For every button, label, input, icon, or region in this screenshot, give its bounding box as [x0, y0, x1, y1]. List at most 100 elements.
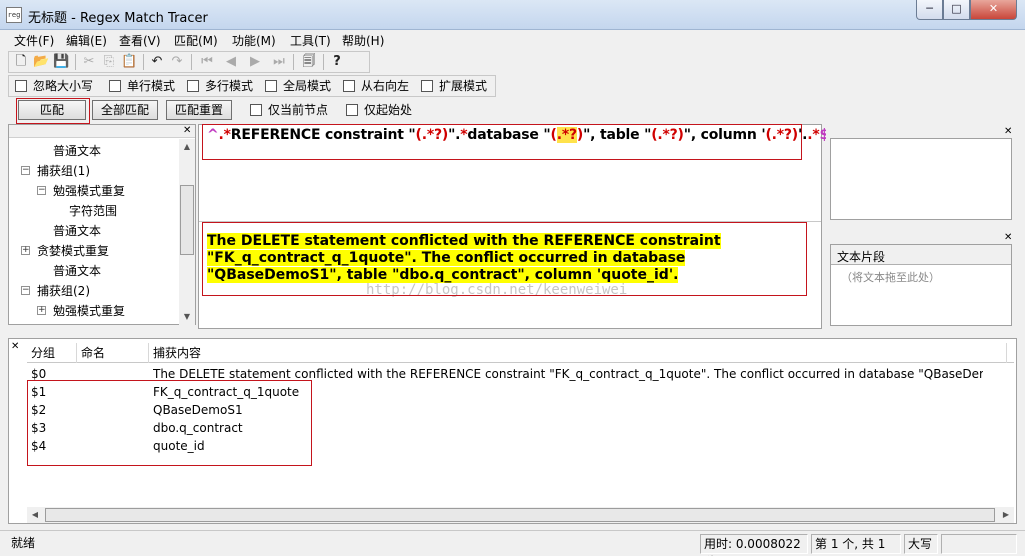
collapse-icon[interactable]: −	[37, 186, 46, 195]
close-icon[interactable]: ✕	[1004, 233, 1012, 243]
tree-node-label: 字符范围	[69, 204, 118, 218]
close-button[interactable]: ✕	[970, 0, 1017, 20]
rematch-button[interactable]: 匹配重置	[166, 100, 232, 120]
expand-icon[interactable]: +	[37, 306, 46, 315]
table-row[interactable]: $1 FK_q_contract_q_1quote	[27, 383, 989, 401]
extended-checkbox[interactable]	[421, 80, 433, 92]
tree-node[interactable]: − 捕获组(2)	[21, 283, 90, 299]
menu-bar: 文件(F) 编辑(E) 查看(V) 匹配(M) 功能(M) 工具(T) 帮助(H…	[0, 30, 1025, 50]
match-toolbar: 匹配 全部匹配 匹配重置 仅当前节点 仅起始处	[8, 98, 448, 122]
table-row[interactable]: $2 QBaseDemoS1	[27, 401, 989, 419]
expand-icon[interactable]: +	[21, 246, 30, 255]
start-only-checkbox[interactable]	[346, 104, 358, 116]
tree-vertical-scrollbar[interactable]: ▲ ▼	[179, 139, 195, 325]
copy-icon[interactable]: ⎘	[101, 54, 117, 70]
snippet-header: 文本片段	[831, 245, 1011, 265]
regex-input[interactable]: ^.*REFERENCE constraint "(.*?)".*databas…	[207, 127, 829, 143]
new-file-icon[interactable]: 🗋	[13, 54, 29, 70]
right-to-left-option[interactable]: 从右向左	[343, 79, 409, 93]
match-all-button[interactable]: 全部匹配	[92, 100, 158, 120]
global-option[interactable]: 全局模式	[265, 79, 331, 93]
table-row[interactable]: $0 The DELETE statement conflicted with t…	[27, 365, 989, 383]
single-line-option[interactable]: 单行模式	[109, 79, 175, 93]
pane-splitter[interactable]	[199, 221, 821, 222]
cell-content: quote_id	[153, 439, 205, 453]
toolbar-separator	[293, 54, 294, 70]
column-header-content[interactable]: 捕获内容	[149, 343, 1007, 363]
regex-token: '.	[798, 127, 808, 143]
save-icon[interactable]: 💾	[53, 54, 69, 70]
close-icon[interactable]: ✕	[11, 341, 19, 352]
status-ready: 就绪	[11, 536, 36, 550]
results-header: 分组 命名 捕获内容	[27, 343, 1014, 363]
match-button[interactable]: 匹配	[18, 100, 86, 120]
help-icon[interactable]: ?	[329, 54, 345, 70]
menu-edit[interactable]: 编辑(E)	[66, 32, 107, 49]
last-icon[interactable]: ⏭	[271, 54, 287, 70]
extended-option[interactable]: 扩展模式	[421, 79, 487, 93]
undo-icon[interactable]: ↶	[149, 54, 165, 70]
tree-node[interactable]: − 勉强模式重复	[37, 183, 126, 199]
current-node-only-checkbox[interactable]	[250, 104, 262, 116]
scroll-right-icon[interactable]: ▶	[998, 507, 1014, 523]
menu-help[interactable]: 帮助(H)	[342, 32, 384, 49]
scroll-down-icon[interactable]: ▼	[179, 309, 195, 325]
cut-icon[interactable]: ✂	[81, 54, 97, 70]
open-folder-icon[interactable]: 📂	[33, 54, 49, 70]
scrollbar-thumb[interactable]	[180, 185, 194, 255]
right-top-pane: ✕	[826, 124, 1017, 224]
next-icon[interactable]: ▶	[247, 54, 263, 70]
tree-node[interactable]: 字符范围	[69, 203, 117, 219]
menu-function[interactable]: 功能(M)	[232, 32, 276, 49]
multi-line-checkbox[interactable]	[187, 80, 199, 92]
tree-node[interactable]: + 贪婪模式重复	[21, 243, 109, 259]
results-horizontal-scrollbar[interactable]: ◀ ▶	[27, 507, 1014, 523]
right-to-left-checkbox[interactable]	[343, 80, 355, 92]
menu-match[interactable]: 匹配(M)	[174, 32, 218, 49]
tree-node-label: 普通文本	[53, 264, 102, 278]
prev-icon[interactable]: ◀	[223, 54, 239, 70]
menu-view[interactable]: 查看(V)	[119, 32, 161, 49]
redo-icon[interactable]: ↷	[169, 54, 185, 70]
properties-icon[interactable]: 🗐	[301, 54, 317, 70]
global-checkbox[interactable]	[265, 80, 277, 92]
start-only-option[interactable]: 仅起始处	[346, 103, 412, 117]
toolbar-separator	[75, 54, 76, 70]
paste-icon[interactable]: 📋	[121, 54, 137, 70]
cell-content: QBaseDemoS1	[153, 403, 243, 417]
scroll-left-icon[interactable]: ◀	[27, 507, 43, 523]
tree-node[interactable]: 普通文本	[53, 223, 101, 239]
regex-token: REFERENCE constraint "	[230, 127, 416, 143]
ignore-case-checkbox[interactable]	[15, 80, 27, 92]
minimize-button[interactable]: ─	[916, 0, 943, 20]
snippet-box[interactable]: 文本片段 （将文本拖至此处）	[830, 244, 1012, 326]
column-header-name[interactable]: 命名	[77, 343, 149, 363]
scroll-up-icon[interactable]: ▲	[179, 139, 195, 155]
tree-node[interactable]: + 勉强模式重复	[37, 303, 125, 319]
collapse-icon[interactable]: −	[21, 286, 30, 295]
first-icon[interactable]: ⏮	[199, 54, 215, 70]
target-text-area[interactable]: The DELETE statement conflicted with the…	[207, 233, 799, 284]
info-box	[830, 138, 1012, 220]
regex-token: ^	[207, 127, 219, 143]
tree-node[interactable]: 普通文本	[53, 263, 101, 279]
close-icon[interactable]: ✕	[1004, 127, 1012, 137]
tree-node[interactable]: 普通文本	[53, 143, 101, 159]
table-row[interactable]: $3 dbo.q_contract	[27, 419, 989, 437]
table-row[interactable]: $4 quote_id	[27, 437, 989, 455]
regex-options-bar: 忽略大小写 单行模式 多行模式 全局模式 从右向左 扩展模式	[8, 75, 496, 97]
multi-line-option[interactable]: 多行模式	[187, 79, 253, 93]
status-caps: 大写	[904, 534, 938, 554]
scrollbar-thumb[interactable]	[45, 508, 995, 522]
maximize-button[interactable]: □	[943, 0, 970, 20]
tree-node[interactable]: − 捕获组(1)	[21, 163, 90, 179]
close-icon[interactable]: ✕	[183, 126, 191, 136]
column-header-group[interactable]: 分组	[27, 343, 77, 363]
tree-node-label: 勉强模式重复	[53, 184, 126, 198]
menu-tools[interactable]: 工具(T)	[290, 32, 331, 49]
current-node-only-option[interactable]: 仅当前节点	[250, 103, 328, 117]
menu-file[interactable]: 文件(F)	[14, 32, 54, 49]
ignore-case-option[interactable]: 忽略大小写	[15, 79, 93, 93]
single-line-checkbox[interactable]	[109, 80, 121, 92]
collapse-icon[interactable]: −	[21, 166, 30, 175]
